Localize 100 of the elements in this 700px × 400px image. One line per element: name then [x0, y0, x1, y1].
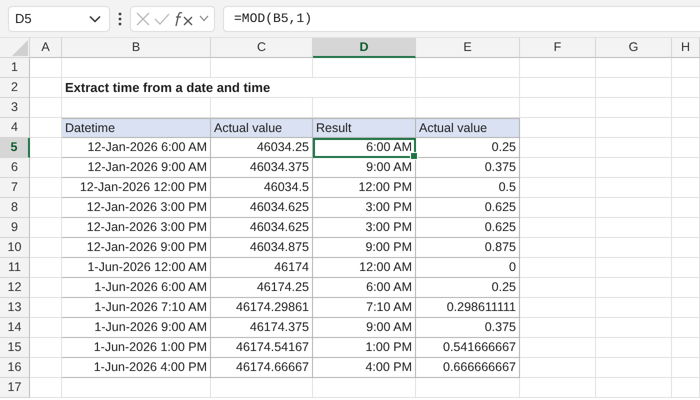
table-cell[interactable]: 46034.25 — [211, 138, 313, 158]
empty-cell[interactable] — [416, 58, 520, 78]
row-header[interactable]: 2 — [0, 78, 30, 98]
row-header[interactable]: 6 — [0, 158, 30, 178]
row-header[interactable]: 9 — [0, 218, 30, 238]
empty-cell[interactable] — [520, 278, 596, 298]
empty-cell[interactable] — [672, 78, 700, 98]
empty-cell[interactable] — [520, 378, 596, 398]
row-header[interactable]: 16 — [0, 358, 30, 378]
empty-cell[interactable] — [672, 98, 700, 118]
row-header[interactable]: 3 — [0, 98, 30, 118]
table-cell[interactable]: 0.375 — [416, 158, 520, 178]
table-cell[interactable]: 46034.625 — [211, 198, 313, 218]
row-header[interactable]: 17 — [0, 378, 30, 398]
table-cell[interactable]: 46174.66667 — [211, 358, 313, 378]
fill-handle[interactable] — [410, 152, 418, 160]
table-cell[interactable]: 1-Jun-2026 9:00 AM — [62, 318, 211, 338]
empty-cell[interactable] — [520, 98, 596, 118]
table-cell[interactable]: 0.25 — [416, 278, 520, 298]
table-cell[interactable]: 1-Jun-2026 6:00 AM — [62, 278, 211, 298]
row-header[interactable]: 8 — [0, 198, 30, 218]
empty-cell[interactable] — [596, 258, 672, 278]
empty-cell[interactable] — [596, 318, 672, 338]
empty-cell[interactable] — [62, 58, 211, 78]
table-cell[interactable]: 1-Jun-2026 1:00 PM — [62, 338, 211, 358]
empty-cell[interactable] — [520, 198, 596, 218]
table-cell[interactable]: 0 — [416, 258, 520, 278]
table-cell[interactable]: 0.625 — [416, 198, 520, 218]
empty-cell[interactable] — [672, 258, 700, 278]
empty-cell[interactable] — [596, 338, 672, 358]
empty-cell[interactable] — [672, 198, 700, 218]
empty-cell[interactable] — [672, 358, 700, 378]
checkmark-icon[interactable] — [154, 12, 170, 24]
empty-cell[interactable] — [520, 258, 596, 278]
empty-cell[interactable] — [596, 378, 672, 398]
table-cell[interactable]: 12-Jan-2026 12:00 PM — [62, 178, 211, 198]
formula-field[interactable]: =MOD(B5,1) — [223, 6, 700, 32]
empty-cell[interactable] — [672, 178, 700, 198]
table-cell[interactable]: 6:00 AM — [313, 278, 416, 298]
empty-cell[interactable] — [672, 158, 700, 178]
table-cell[interactable]: 1-Jun-2026 12:00 AM — [62, 258, 211, 278]
empty-cell[interactable] — [520, 58, 596, 78]
column-header[interactable]: C — [211, 38, 313, 58]
empty-cell[interactable] — [596, 238, 672, 258]
empty-cell[interactable] — [596, 218, 672, 238]
empty-cell[interactable] — [520, 238, 596, 258]
empty-cell[interactable] — [596, 298, 672, 318]
row-header[interactable]: 7 — [0, 178, 30, 198]
empty-cell[interactable] — [520, 218, 596, 238]
table-cell[interactable]: 12-Jan-2026 9:00 PM — [62, 238, 211, 258]
row-header[interactable]: 11 — [0, 258, 30, 278]
table-cell[interactable]: 46174.54167 — [211, 338, 313, 358]
column-header[interactable]: E — [416, 38, 520, 58]
table-cell[interactable]: 12-Jan-2026 3:00 PM — [62, 198, 211, 218]
row-header[interactable]: 12 — [0, 278, 30, 298]
table-cell[interactable]: 12-Jan-2026 9:00 AM — [62, 158, 211, 178]
table-cell[interactable]: 9:00 AM — [313, 158, 416, 178]
table-cell[interactable]: 1-Jun-2026 7:10 AM — [62, 298, 211, 318]
row-header[interactable]: 15 — [0, 338, 30, 358]
table-cell[interactable]: 0.5 — [416, 178, 520, 198]
empty-cell[interactable] — [596, 58, 672, 78]
column-header[interactable]: H — [672, 38, 700, 58]
empty-cell[interactable] — [596, 138, 672, 158]
empty-cell[interactable] — [313, 58, 416, 78]
empty-cell[interactable] — [672, 218, 700, 238]
table-cell[interactable]: 3:00 PM — [313, 218, 416, 238]
table-cell[interactable]: 0.541666667 — [416, 338, 520, 358]
row-header[interactable]: 4 — [0, 118, 30, 138]
function-icon[interactable] — [173, 10, 196, 26]
empty-cell[interactable] — [520, 178, 596, 198]
empty-cell[interactable] — [416, 78, 520, 98]
empty-cell[interactable] — [520, 138, 596, 158]
empty-cell[interactable] — [672, 298, 700, 318]
empty-cell[interactable] — [596, 98, 672, 118]
empty-cell[interactable] — [596, 158, 672, 178]
select-all-corner[interactable] — [0, 38, 30, 58]
table-cell[interactable]: 46034.875 — [211, 238, 313, 258]
empty-cell[interactable] — [211, 58, 313, 78]
empty-cell[interactable] — [62, 378, 211, 398]
column-header[interactable]: F — [520, 38, 596, 58]
column-header[interactable]: G — [596, 38, 672, 58]
empty-cell[interactable] — [313, 378, 416, 398]
table-cell[interactable]: 46034.625 — [211, 218, 313, 238]
empty-cell[interactable] — [520, 78, 596, 98]
empty-cell[interactable] — [596, 198, 672, 218]
empty-cell[interactable] — [672, 318, 700, 338]
empty-cell[interactable] — [596, 358, 672, 378]
more-options-icon[interactable] — [118, 12, 122, 26]
table-cell[interactable]: 3:00 PM — [313, 198, 416, 218]
empty-cell[interactable] — [672, 278, 700, 298]
row-header[interactable]: 5 — [0, 138, 30, 158]
table-cell[interactable]: 9:00 PM — [313, 238, 416, 258]
table-cell[interactable]: 0.625 — [416, 218, 520, 238]
empty-cell[interactable] — [596, 278, 672, 298]
empty-cell[interactable] — [596, 78, 672, 98]
empty-cell[interactable] — [596, 118, 672, 138]
column-header[interactable]: D — [313, 38, 416, 58]
empty-cell[interactable] — [211, 378, 313, 398]
cancel-icon[interactable] — [136, 12, 150, 26]
row-header[interactable]: 14 — [0, 318, 30, 338]
